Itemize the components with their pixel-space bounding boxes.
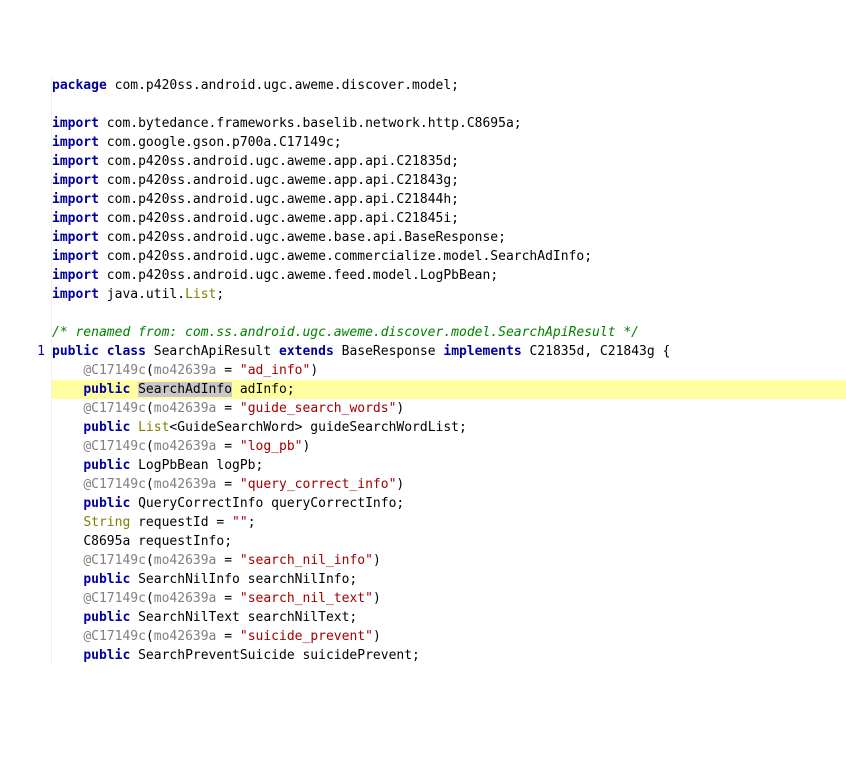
- annotation: @C17149c: [83, 477, 146, 492]
- annotation: @C17149c: [83, 401, 146, 416]
- import-path: com.p420ss.android.ugc.aweme.base.api.Ba…: [99, 230, 498, 245]
- keyword-import: import: [52, 249, 99, 264]
- field-decl: adInfo;: [232, 382, 295, 397]
- annotation-value: "guide_search_words": [240, 401, 397, 416]
- open-brace: {: [663, 344, 671, 359]
- keyword-public: public: [83, 572, 130, 587]
- field-decl: LogPbBean logPb;: [138, 458, 263, 473]
- import-path: com.p420ss.android.ugc.aweme.app.api.C21…: [99, 192, 451, 207]
- annotation: @C17149c: [83, 363, 146, 378]
- import-path: com.google.gson.p700a.C17149c: [99, 135, 334, 150]
- class-name: SearchApiResult: [146, 344, 279, 359]
- keyword-import: import: [52, 211, 99, 226]
- keyword-package: package: [52, 78, 107, 93]
- import-path: com.bytedance.frameworks.baselib.network…: [99, 116, 514, 131]
- annotation: @C17149c: [83, 553, 146, 568]
- line-ref-1[interactable]: 1: [37, 344, 45, 359]
- annotation-value: "log_pb": [240, 439, 303, 454]
- selected-type: SearchAdInfo: [138, 382, 232, 397]
- annotation-arg: mo42639a: [154, 401, 217, 416]
- annotation-value: "search_nil_info": [240, 553, 373, 568]
- annotation: @C17149c: [83, 591, 146, 606]
- keyword-public: public: [83, 648, 130, 663]
- keyword-public: public: [83, 496, 130, 511]
- keyword-class: class: [107, 344, 146, 359]
- string-literal: "": [232, 515, 248, 530]
- annotation-value: "search_nil_text": [240, 591, 373, 606]
- keyword-import: import: [52, 230, 99, 245]
- type-list: List: [138, 420, 169, 435]
- keyword-public: public: [83, 458, 130, 473]
- annotation-arg: mo42639a: [154, 591, 217, 606]
- semicolon: ;: [248, 515, 256, 530]
- import-path: com.p420ss.android.ugc.aweme.feed.model.…: [99, 268, 490, 283]
- annotation-value: "query_correct_info": [240, 477, 397, 492]
- base-class: BaseResponse: [334, 344, 444, 359]
- annotation-arg: mo42639a: [154, 553, 217, 568]
- keyword-import: import: [52, 173, 99, 188]
- field-decl: <GuideSearchWord> guideSearchWordList;: [169, 420, 466, 435]
- annotation: @C17149c: [83, 439, 146, 454]
- type-string: String: [83, 515, 130, 530]
- annotation-arg: mo42639a: [154, 363, 217, 378]
- highlighted-line: public SearchAdInfo adInfo;: [52, 380, 846, 399]
- import-path: com.p420ss.android.ugc.aweme.app.api.C21…: [99, 211, 451, 226]
- field-decl: QueryCorrectInfo queryCorrectInfo;: [138, 496, 404, 511]
- annotation-arg: mo42639a: [154, 439, 217, 454]
- keyword-import: import: [52, 154, 99, 169]
- line-number-gutter: 1: [0, 76, 51, 665]
- field-decl: SearchNilText searchNilText;: [138, 610, 357, 625]
- annotation-value: "suicide_prevent": [240, 629, 373, 644]
- package-path: com.p420ss.android.ugc.aweme.discover.mo…: [107, 78, 451, 93]
- keyword-import: import: [52, 287, 99, 302]
- keyword-import: import: [52, 268, 99, 283]
- import-path: com.p420ss.android.ugc.aweme.app.api.C21…: [99, 154, 451, 169]
- import-path: com.p420ss.android.ugc.aweme.commerciali…: [99, 249, 584, 264]
- type-list: List: [185, 287, 216, 302]
- keyword-public: public: [52, 344, 99, 359]
- keyword-import: import: [52, 135, 99, 150]
- annotation: @C17149c: [83, 629, 146, 644]
- keyword-public: public: [83, 420, 130, 435]
- keyword-public: public: [83, 610, 130, 625]
- keyword-public: public: [83, 382, 130, 397]
- field-decl: SearchPreventSuicide suicidePrevent;: [138, 648, 420, 663]
- keyword-import: import: [52, 192, 99, 207]
- keyword-implements: implements: [443, 344, 521, 359]
- keyword-extends: extends: [279, 344, 334, 359]
- field-decl: SearchNilInfo searchNilInfo;: [138, 572, 357, 587]
- rename-comment: /* renamed from: com.ss.android.ugc.awem…: [52, 325, 639, 340]
- keyword-import: import: [52, 116, 99, 131]
- import-path: com.p420ss.android.ugc.aweme.app.api.C21…: [99, 173, 451, 188]
- code-viewer: 1 package com.p420ss.android.ugc.aweme.d…: [0, 76, 846, 665]
- interfaces: C21835d, C21843g: [522, 344, 663, 359]
- annotation-arg: mo42639a: [154, 477, 217, 492]
- field-decl: C8695a requestInfo;: [83, 534, 232, 549]
- code-body: package com.p420ss.android.ugc.aweme.dis…: [51, 76, 846, 665]
- import-path: java.util.: [99, 287, 185, 302]
- annotation-value: "ad_info": [240, 363, 310, 378]
- annotation-arg: mo42639a: [154, 629, 217, 644]
- field-name: requestId =: [130, 515, 232, 530]
